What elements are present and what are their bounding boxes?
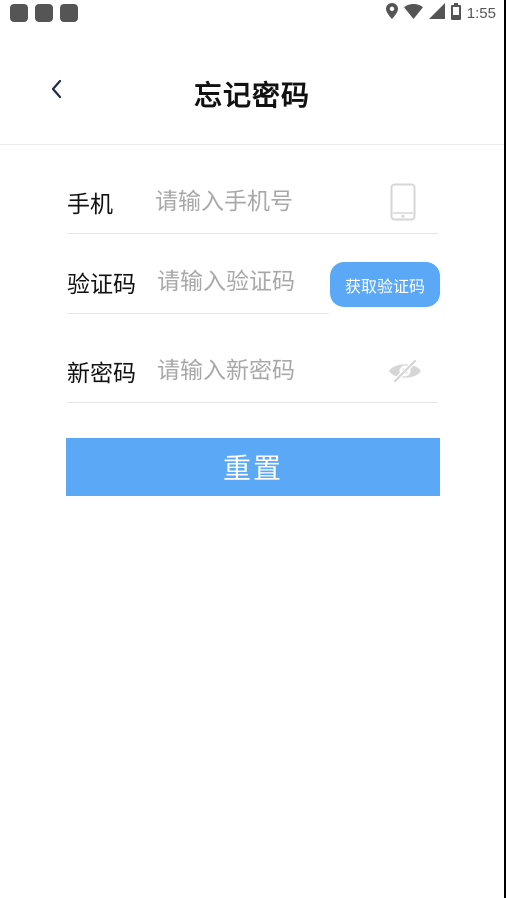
eye-off-icon[interactable] <box>386 356 424 386</box>
reset-button[interactable]: 重置 <box>66 438 440 496</box>
notification-icon <box>10 4 28 22</box>
password-label: 新密码 <box>67 361 136 387</box>
page-title: 忘记密码 <box>193 79 310 112</box>
phone-icon <box>388 182 418 222</box>
phone-row: 手机 <box>67 182 375 222</box>
signal-icon <box>428 3 445 23</box>
code-label: 验证码 <box>67 272 136 298</box>
notification-icon <box>60 4 78 22</box>
password-input[interactable] <box>157 358 322 384</box>
title-bar: 忘记密码 <box>0 26 504 145</box>
wifi-icon <box>403 3 423 23</box>
phone-label: 手机 <box>67 192 113 218</box>
location-icon <box>385 3 398 23</box>
forgot-password-screen: 1:55 忘记密码 手机 验证码 获取验证码 新密码 <box>0 0 506 898</box>
battery-icon <box>450 2 461 24</box>
phone-divider <box>67 233 438 234</box>
code-input[interactable] <box>157 269 322 295</box>
get-code-button[interactable]: 获取验证码 <box>330 262 440 307</box>
status-indicators: 1:55 <box>385 2 496 24</box>
phone-input[interactable] <box>155 189 375 215</box>
password-divider <box>67 402 438 403</box>
notification-icon <box>35 4 53 22</box>
code-row: 验证码 <box>67 262 322 302</box>
code-divider <box>67 313 329 314</box>
status-time: 1:55 <box>466 4 496 22</box>
status-bar: 1:55 <box>0 0 504 26</box>
password-row: 新密码 <box>67 351 322 391</box>
